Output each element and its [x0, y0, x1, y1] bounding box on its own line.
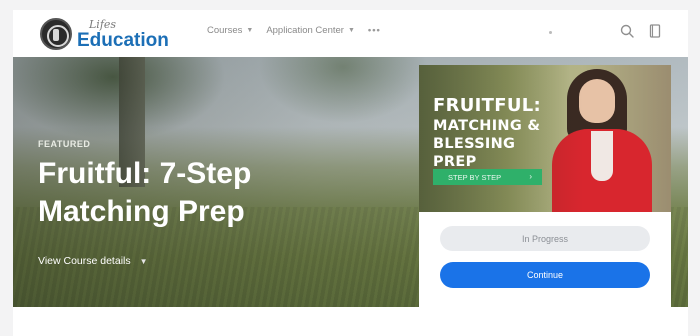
header-divider-dot: [549, 31, 552, 34]
course-card-panel: In Progress Continue: [419, 212, 671, 336]
arrow-right-icon: ›: [529, 172, 532, 181]
thumbnail-tag: STEP BY STEP ›: [433, 169, 542, 185]
status-badge: In Progress: [440, 226, 650, 251]
continue-button[interactable]: Continue: [440, 262, 650, 288]
hero-title: Fruitful: 7-Step Matching Prep: [38, 157, 252, 228]
view-course-details-link[interactable]: View Course details ▼: [38, 255, 148, 267]
app-frame: Lifes Education Courses ▼ Application Ce…: [13, 10, 688, 336]
chevron-down-icon: ▼: [139, 256, 148, 266]
nav-item-label: Application Center: [266, 25, 344, 36]
course-thumbnail[interactable]: FRUITFUL: MATCHING & BLESSING PREP STEP …: [419, 65, 671, 212]
chevron-down-icon: ▼: [347, 27, 355, 34]
search-icon[interactable]: [620, 24, 634, 38]
book-icon[interactable]: [649, 24, 661, 38]
logo-tagline: Lifes: [89, 17, 117, 31]
logo-seal-icon: [40, 18, 72, 50]
nav-more-button[interactable]: •••: [368, 25, 381, 36]
thumbnail-title: FRUITFUL: MATCHING & BLESSING PREP: [433, 95, 542, 170]
main-nav: Courses ▼ Application Center ▼ •••: [207, 25, 394, 36]
nav-item-courses[interactable]: Courses ▼: [207, 25, 253, 36]
featured-eyebrow: FEATURED: [38, 139, 91, 149]
nav-item-label: Courses: [207, 25, 243, 36]
chevron-down-icon: ▼: [246, 27, 254, 34]
logo-wordmark: Education: [77, 29, 169, 51]
site-logo[interactable]: Lifes Education: [40, 15, 169, 53]
nav-item-application-center[interactable]: Application Center ▼: [266, 25, 355, 36]
top-header: Lifes Education Courses ▼ Application Ce…: [13, 10, 688, 57]
details-link-label: View Course details: [38, 255, 131, 267]
